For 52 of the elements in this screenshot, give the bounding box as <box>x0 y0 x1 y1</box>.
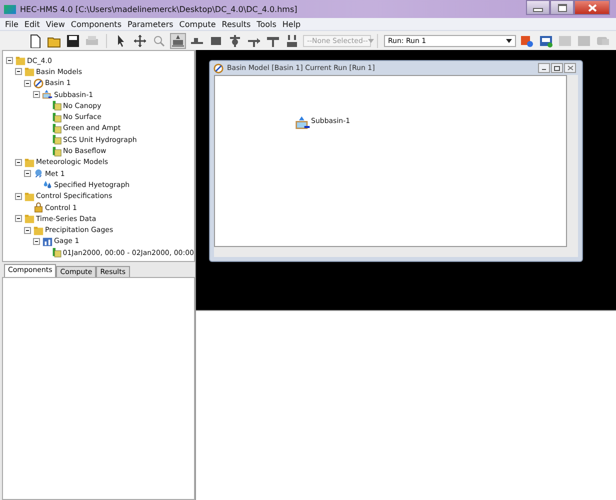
menu-item[interactable]: Tools <box>254 20 280 28</box>
menu-item[interactable]: Parameters <box>124 20 176 28</box>
folder-icon <box>33 224 44 236</box>
document-icon <box>51 134 62 146</box>
close-icon <box>566 65 574 71</box>
vertical-scrollbar[interactable] <box>567 75 578 247</box>
close-button[interactable] <box>574 0 610 15</box>
menu-item[interactable]: View <box>42 20 68 28</box>
collapse-toggle[interactable] <box>15 158 22 166</box>
maximize-button[interactable] <box>551 63 563 73</box>
caret-icon <box>506 38 512 42</box>
folder-icon <box>24 156 35 168</box>
maximize-button[interactable] <box>550 0 574 15</box>
menu-item[interactable]: Edit <box>21 20 43 28</box>
folder-icon <box>24 190 35 202</box>
menu-item[interactable]: Help <box>279 20 304 28</box>
subbasin-icon[interactable] <box>170 32 186 48</box>
minimize-button[interactable] <box>538 63 550 73</box>
move-icon[interactable] <box>132 32 148 48</box>
menu-item[interactable]: Compute <box>176 20 219 28</box>
minimize-button[interactable] <box>526 0 550 15</box>
collapse-toggle[interactable] <box>33 91 40 98</box>
collapse-toggle[interactable] <box>24 226 31 234</box>
collapse-toggle[interactable] <box>33 238 40 245</box>
window-title: HEC-HMS 4.0 [C:\Users\madelinemerck\Desktop\DC_4.0\DC_4.0.hms] <box>20 4 298 14</box>
document-icon <box>51 146 62 157</box>
app-icon <box>4 4 16 14</box>
folder-icon <box>24 213 35 224</box>
close-icon <box>588 4 596 12</box>
folder-icon <box>15 55 26 66</box>
rain-drops-icon <box>42 179 53 190</box>
document-icon <box>51 122 62 134</box>
collapse-toggle[interactable] <box>15 192 22 200</box>
menu-item[interactable]: Results <box>218 20 254 28</box>
document-icon <box>50 247 62 258</box>
subbasin-icon <box>42 89 53 100</box>
folder-icon <box>24 66 35 78</box>
collapse-toggle[interactable] <box>6 57 13 64</box>
collapse-toggle[interactable] <box>15 68 22 76</box>
subbasin-icon[interactable] <box>295 115 311 131</box>
horizontal-scrollbar[interactable] <box>214 247 578 257</box>
collapse-toggle[interactable] <box>24 80 31 87</box>
caret-icon <box>368 38 374 42</box>
basin-icon <box>33 78 44 89</box>
collapse-toggle[interactable] <box>15 215 22 222</box>
menu-item[interactable]: Components <box>68 20 124 28</box>
document-icon <box>51 112 62 123</box>
collapse-toggle[interactable] <box>24 170 31 178</box>
document-icon <box>51 100 62 112</box>
gage-icon <box>42 236 53 247</box>
menu-item[interactable]: File <box>2 20 22 28</box>
close-button[interactable] <box>564 63 576 73</box>
